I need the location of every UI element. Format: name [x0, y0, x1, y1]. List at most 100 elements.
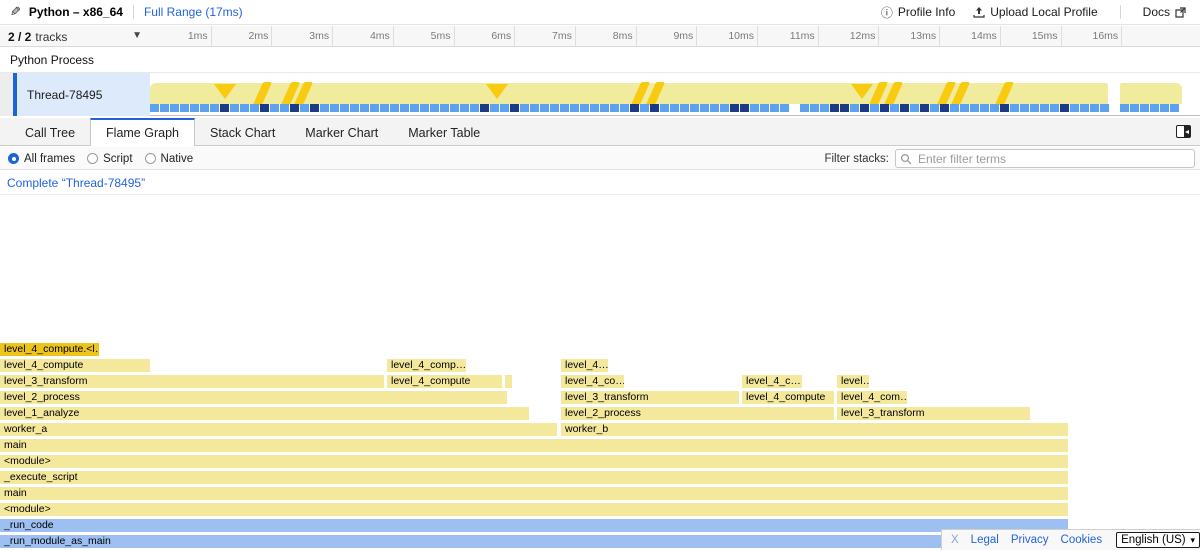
- flame-box[interactable]: level_4_compute: [0, 359, 150, 372]
- flame-box[interactable]: level_4_c…: [742, 375, 802, 388]
- profile-info-button[interactable]: ⓘ Profile Info: [875, 4, 961, 21]
- tab-stack-chart[interactable]: Stack Chart: [195, 118, 290, 145]
- ruler-tick-label: 14ms: [955, 30, 997, 42]
- sample-segment: [910, 104, 919, 112]
- flame-box[interactable]: level_4_compute: [387, 375, 502, 388]
- flame-graph-panel[interactable]: level_4_compute.<l…level_4_computelevel_…: [0, 196, 1200, 550]
- flame-box[interactable]: level_3_transform: [837, 407, 1030, 420]
- sample-segment: [410, 104, 419, 112]
- flame-box[interactable]: level…: [837, 375, 869, 388]
- flame-box[interactable]: level_3_transform: [561, 391, 739, 404]
- sample-segment: [420, 104, 429, 112]
- flame-box[interactable]: level_1_analyze: [0, 407, 529, 420]
- flame-box[interactable]: level_4_compute.<l…: [0, 343, 99, 356]
- sample-segment: [610, 104, 619, 112]
- sample-segment: [850, 104, 859, 112]
- jank-triangle-marker[interactable]: [486, 84, 508, 99]
- process-track-header[interactable]: Python Process: [0, 47, 1200, 73]
- sidebar-toggle-icon[interactable]: [1176, 125, 1191, 138]
- sample-segment: [220, 104, 229, 112]
- sample-segment: [980, 104, 989, 112]
- sample-segment: [1090, 104, 1099, 112]
- sample-segment: [230, 104, 239, 112]
- jank-slash-marker[interactable]: [884, 82, 903, 105]
- timeline-ruler: 2 / 2 tracks ▼ 1ms2ms3ms4ms5ms6ms7ms8ms9…: [0, 26, 1200, 47]
- ruler-tick-line: [939, 26, 940, 47]
- thread-track-label[interactable]: Thread-78495: [17, 73, 150, 116]
- sample-segment: [720, 104, 729, 112]
- flame-box[interactable]: <module>: [0, 455, 1068, 468]
- sample-segment: [710, 104, 719, 112]
- divider: [1120, 5, 1121, 19]
- language-select[interactable]: English (US) ▾: [1116, 532, 1200, 548]
- tab-marker-chart[interactable]: Marker Chart: [290, 118, 393, 145]
- tab-flame-graph[interactable]: Flame Graph: [90, 118, 195, 146]
- jank-triangle-marker[interactable]: [214, 84, 236, 99]
- flame-box[interactable]: _run_module_as_main: [0, 535, 1068, 548]
- sample-segment: [560, 104, 569, 112]
- radio-native[interactable]: Native: [145, 153, 194, 165]
- sample-segment: [500, 104, 509, 112]
- tracks-counter[interactable]: 2 / 2 tracks ▼: [0, 26, 150, 47]
- flame-box[interactable]: level_4_comp…: [387, 359, 466, 372]
- sample-segment: [440, 104, 449, 112]
- flame-box[interactable]: level_2_process: [561, 407, 834, 420]
- tab-marker-table[interactable]: Marker Table: [393, 118, 495, 145]
- radio-all-frames[interactable]: All frames: [8, 153, 75, 165]
- flame-box[interactable]: level_4_co…: [561, 375, 624, 388]
- docs-link[interactable]: Docs: [1137, 5, 1192, 19]
- flame-box[interactable]: <module>: [0, 503, 1068, 516]
- ruler-tick-label: 12ms: [833, 30, 875, 42]
- radio-script[interactable]: Script: [87, 153, 132, 165]
- tracks-dropdown-icon[interactable]: ▼: [132, 30, 142, 41]
- flame-box[interactable]: main: [0, 439, 1068, 452]
- footer-link-privacy[interactable]: Privacy: [1011, 534, 1049, 546]
- flame-box[interactable]: worker_b: [561, 423, 1068, 436]
- sample-segment: [950, 104, 959, 112]
- filter-stacks-label: Filter stacks:: [824, 153, 889, 165]
- sample-segment: [150, 104, 159, 112]
- footer-link-x[interactable]: X: [951, 534, 959, 546]
- sample-segment: [750, 104, 759, 112]
- sample-segment: [380, 104, 389, 112]
- sample-segment: [160, 104, 169, 112]
- footer-link-legal[interactable]: Legal: [971, 534, 999, 546]
- full-range-button[interactable]: Full Range (17ms): [144, 5, 243, 19]
- jank-triangle-marker[interactable]: [851, 84, 873, 99]
- flame-box[interactable]: level_4…: [561, 359, 608, 372]
- flame-box[interactable]: level_4_compute: [742, 391, 834, 404]
- jank-slash-marker[interactable]: [995, 82, 1014, 105]
- sample-segment: [330, 104, 339, 112]
- breadcrumb-complete-thread[interactable]: Complete “Thread-78495”: [7, 176, 145, 190]
- flame-box[interactable]: _execute_script: [0, 471, 1068, 484]
- flame-box[interactable]: [505, 375, 512, 388]
- edit-pencil-icon[interactable]: ✎: [10, 4, 21, 20]
- flame-box[interactable]: main: [0, 487, 1068, 500]
- sample-segment: [790, 104, 799, 112]
- sample-segment: [360, 104, 369, 112]
- sample-segment: [620, 104, 629, 112]
- flame-box[interactable]: level_3_transform: [0, 375, 384, 388]
- jank-slash-marker[interactable]: [646, 82, 665, 105]
- tab-call-tree[interactable]: Call Tree: [10, 118, 90, 145]
- flame-box[interactable]: worker_a: [0, 423, 557, 436]
- ruler-tick-label: 7ms: [530, 30, 572, 42]
- flame-box[interactable]: _run_code: [0, 519, 1068, 532]
- filter-stacks-input[interactable]: [895, 149, 1195, 168]
- flame-box[interactable]: level_2_process: [0, 391, 507, 404]
- footer-link-cookies[interactable]: Cookies: [1061, 534, 1103, 546]
- radio-icon: [87, 153, 98, 164]
- ruler-tick-line: [696, 26, 697, 47]
- track-markers: [150, 83, 1182, 104]
- ruler-tick-line: [757, 26, 758, 47]
- sample-segment: [1160, 104, 1169, 112]
- sample-segment: [210, 104, 219, 112]
- flame-box[interactable]: level_4_com…: [837, 391, 907, 404]
- upload-profile-button[interactable]: Upload Local Profile: [967, 5, 1103, 19]
- sample-segment: [770, 104, 779, 112]
- ruler-tick-line: [211, 26, 212, 47]
- sample-segment: [860, 104, 869, 112]
- panel-tab-bar: Call Tree Flame Graph Stack Chart Marker…: [0, 118, 1200, 146]
- jank-slash-marker[interactable]: [253, 82, 272, 105]
- thread-activity-graph[interactable]: [150, 73, 1182, 116]
